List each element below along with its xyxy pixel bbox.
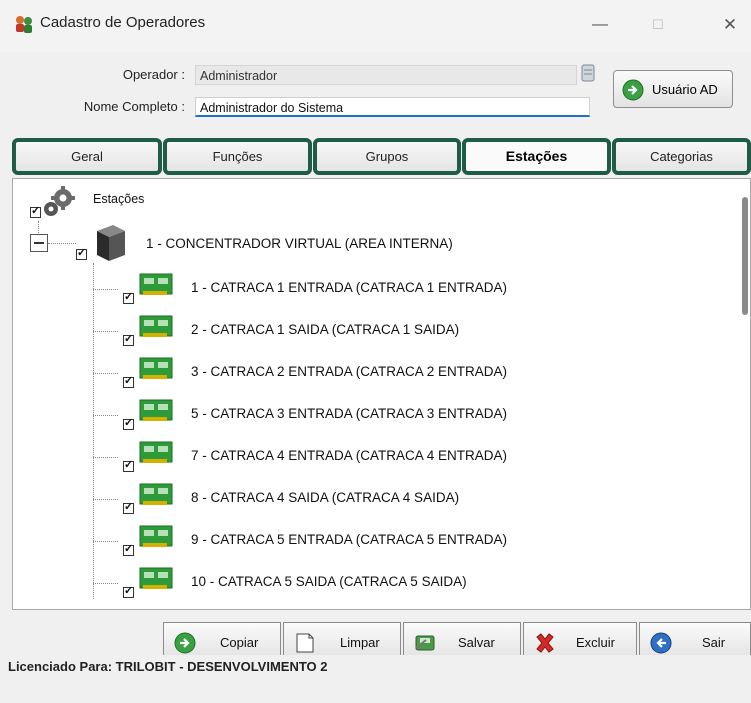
station-label: 5 - CATRACA 3 ENTRADA (CATRACA 3 ENTRADA…: [191, 406, 508, 421]
tree-line: [93, 289, 118, 290]
maximize-button[interactable]: ☐: [638, 10, 678, 40]
station-checkbox[interactable]: [123, 332, 134, 346]
sair-label: Sair: [702, 635, 726, 650]
root-checkbox[interactable]: [30, 204, 41, 218]
root-label: Estações: [93, 192, 145, 206]
station-label: 1 - CATRACA 1 ENTRADA (CATRACA 1 ENTRADA…: [191, 280, 508, 295]
excluir-label: Excluir: [576, 635, 616, 650]
tab-grupos[interactable]: Grupos: [313, 138, 461, 175]
tree-line: [93, 373, 118, 374]
blue-arrow-icon: [650, 632, 672, 654]
status-bar: Licenciado Para: TRILOBIT - DESENVOLVIME…: [0, 655, 751, 703]
operador-field[interactable]: Administrador: [195, 65, 577, 85]
blank-page-icon: [296, 633, 314, 653]
station-label: 8 - CATRACA 4 SAIDA (CATRACA 4 SAIDA): [191, 490, 460, 505]
green-arrow-icon: [174, 632, 196, 654]
usuario-ad-label: Usuário AD: [652, 82, 718, 97]
save-disk-icon: [415, 635, 435, 651]
network-card-icon: [139, 273, 173, 295]
tree-line: [93, 263, 94, 599]
station-checkbox[interactable]: [123, 542, 134, 556]
salvar-label: Salvar: [458, 635, 495, 650]
gears-icon: [41, 185, 77, 222]
license-status: Licenciado Para: TRILOBIT - DESENVOLVIME…: [8, 659, 328, 674]
station-label: 9 - CATRACA 5 ENTRADA (CATRACA 5 ENTRADA…: [191, 532, 508, 547]
network-card-icon: [139, 399, 173, 421]
tab-estacoes[interactable]: Estações: [462, 138, 611, 175]
close-button[interactable]: ✕: [710, 10, 750, 40]
network-card-icon: [139, 441, 173, 463]
station-label: 3 - CATRACA 2 ENTRADA (CATRACA 2 ENTRADA…: [191, 364, 508, 379]
tab-funcoes[interactable]: Funções: [163, 138, 312, 175]
server-icon: [89, 221, 129, 266]
tree-line: [93, 457, 118, 458]
tree-line: [93, 499, 118, 500]
network-card-icon: [139, 483, 173, 505]
network-card-icon: [139, 315, 173, 337]
tree-line: [48, 243, 76, 244]
vertical-scrollbar[interactable]: [742, 197, 748, 315]
delete-x-icon: [536, 633, 554, 653]
network-card-icon: [139, 567, 173, 589]
action-bar: Copiar Limpar Salvar Excluir Sair: [0, 612, 751, 661]
tab-strip: Geral Funções Grupos Estações Categorias: [0, 138, 751, 178]
usuario-ad-button[interactable]: Usuário AD: [613, 70, 733, 108]
network-card-icon: [139, 525, 173, 547]
database-icon[interactable]: [581, 64, 595, 82]
station-checkbox[interactable]: [123, 500, 134, 514]
station-checkbox[interactable]: [123, 458, 134, 472]
tree-line: [93, 331, 118, 332]
station-checkbox[interactable]: [123, 374, 134, 388]
tree-line: [93, 541, 118, 542]
concentrador-label: 1 - CONCENTRADOR VIRTUAL (AREA INTERNA): [146, 236, 453, 251]
station-checkbox[interactable]: [123, 584, 134, 598]
limpar-label: Limpar: [340, 635, 380, 650]
minimize-button[interactable]: —: [580, 10, 620, 40]
tree-line: [93, 415, 118, 416]
operator-form: Operador : Administrador Nome Completo :…: [0, 52, 751, 142]
nome-completo-field[interactable]: Administrador do Sistema: [195, 97, 590, 117]
title-bar: Cadastro de Operadores — ☐ ✕: [0, 0, 751, 52]
station-label: 10 - CATRACA 5 SAIDA (CATRACA 5 SAIDA): [191, 574, 467, 589]
station-checkbox[interactable]: [123, 416, 134, 430]
collapse-toggle[interactable]: [30, 234, 48, 252]
tab-geral[interactable]: Geral: [12, 138, 162, 175]
station-label: 2 - CATRACA 1 SAIDA (CATRACA 1 SAIDA): [191, 322, 460, 337]
window-title: Cadastro de Operadores: [40, 14, 206, 31]
concentrador-checkbox[interactable]: [76, 246, 87, 260]
stations-tree-panel: Estações 1 - CONCENTRADOR VIRTUAL (AREA …: [12, 178, 751, 610]
station-label: 7 - CATRACA 4 ENTRADA (CATRACA 4 ENTRADA…: [191, 448, 508, 463]
operador-label: Operador :: [122, 67, 185, 82]
network-card-icon: [139, 357, 173, 379]
green-arrow-icon: [622, 79, 644, 104]
nome-completo-label: Nome Completo :: [83, 99, 185, 114]
tab-categorias[interactable]: Categorias: [612, 138, 751, 175]
copiar-label: Copiar: [220, 635, 259, 650]
operators-app-icon: [14, 14, 34, 34]
station-checkbox[interactable]: [123, 290, 134, 304]
tree-line: [93, 583, 118, 584]
